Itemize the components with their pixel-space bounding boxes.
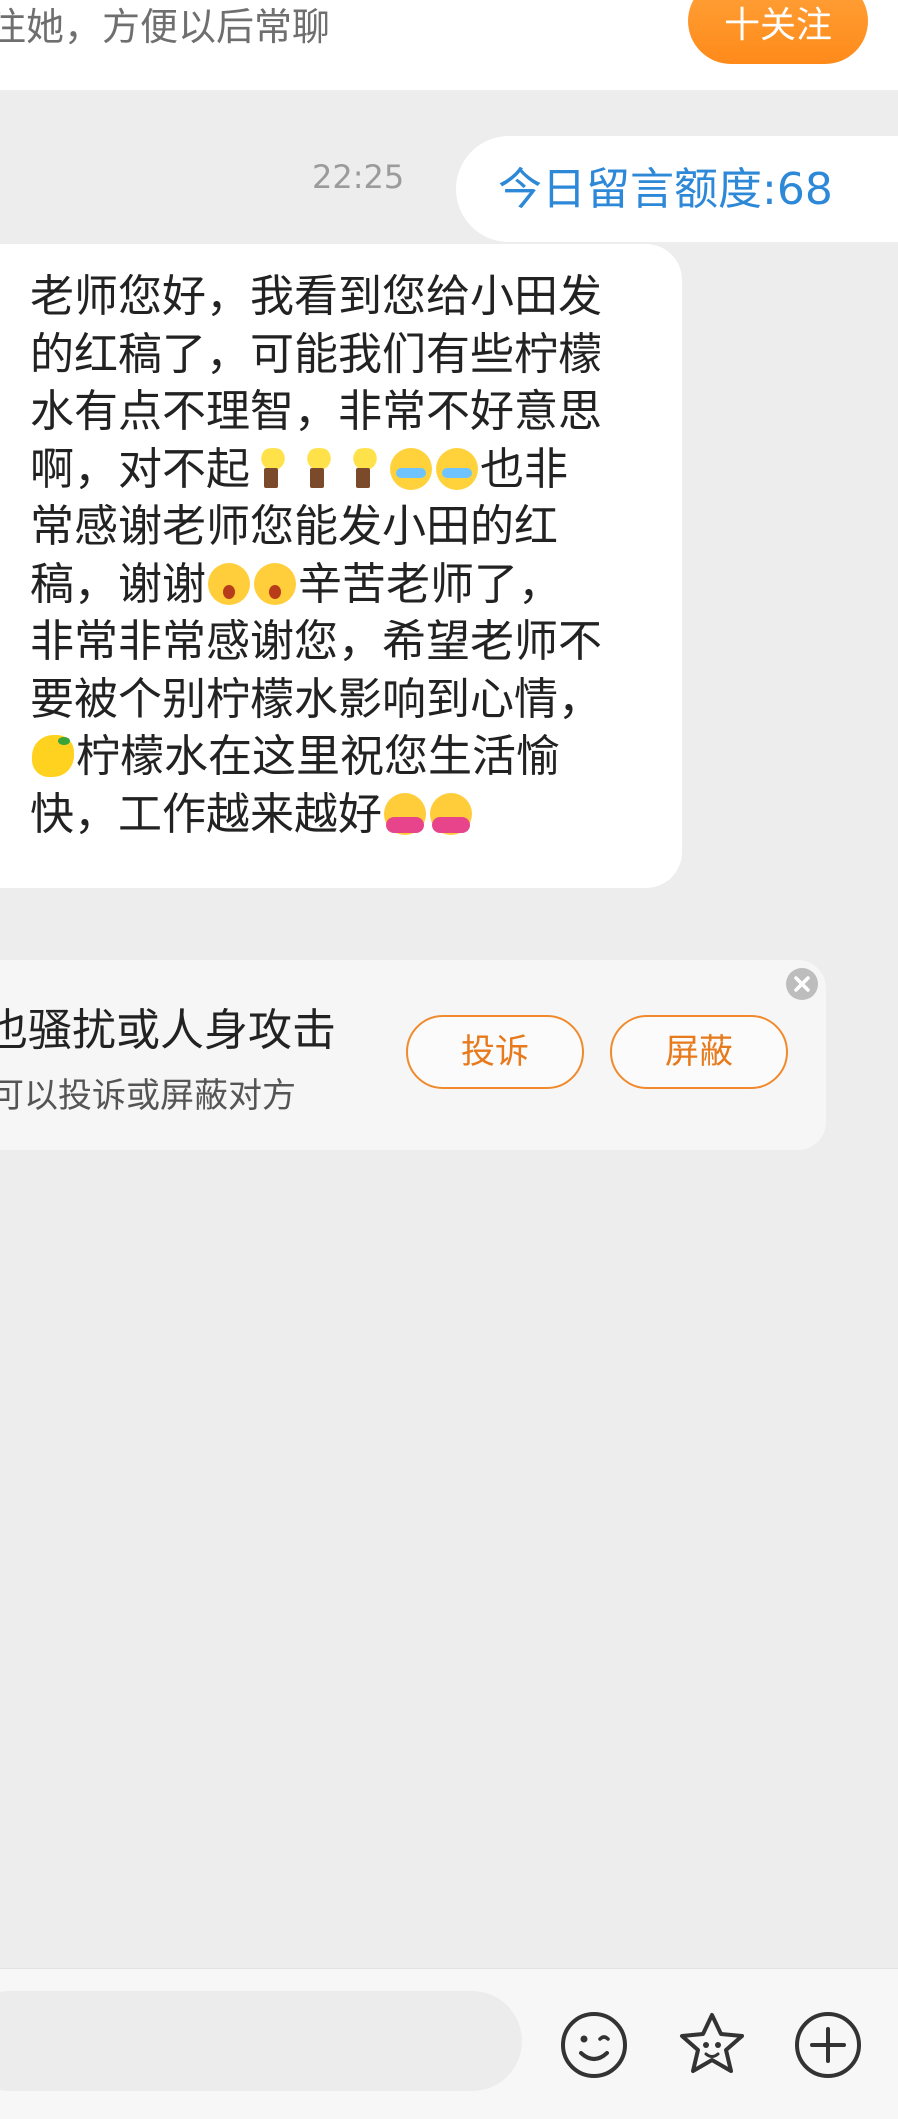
crying-emoji — [436, 447, 478, 490]
torch-emoji — [252, 447, 294, 490]
torch-emoji — [298, 447, 340, 490]
message-text-segment: 常感谢老师您能发小田的红 — [30, 501, 558, 552]
message-text-segment: 稿，谢谢 — [30, 558, 206, 610]
crying-emoji — [390, 447, 432, 490]
plus-icon[interactable] — [792, 2009, 864, 2081]
message-line: 要被个别柠檬水影响到心情， — [30, 671, 658, 729]
block-button[interactable]: 屏蔽 — [610, 1015, 788, 1089]
message-line: 啊，对不起 也非 — [30, 441, 658, 499]
follow-hint: 注她，方便以后常聊 — [0, 5, 331, 49]
message-line: 稿，谢谢 辛苦老师了， — [30, 556, 658, 614]
message-text-segment: 也非 — [480, 443, 568, 495]
message-text-segment: 非常非常感谢您，希望老师不 — [30, 616, 602, 667]
torch-emoji — [344, 447, 386, 490]
smiley-icon[interactable] — [558, 2009, 630, 2081]
message-line: 老师您好，我看到您给小田发 — [30, 268, 658, 326]
message-text-segment: 辛苦老师了， — [298, 558, 562, 610]
lemon-emoji — [32, 735, 74, 777]
hug-emoji — [384, 792, 426, 835]
message-line: 常感谢老师您能发小田的红 — [30, 498, 658, 556]
message-text-segment: 要被个别柠檬水影响到心情， — [30, 673, 602, 725]
quota-bubble: 今日留言额度:68 — [456, 136, 898, 242]
message-text-segment: 快，工作越来越好 — [30, 788, 382, 840]
message-text-segment: 的红稿了，可能我们有些柠檬 — [30, 328, 602, 380]
sticker-star-icon[interactable] — [676, 2009, 748, 2081]
message-text-segment: 啊，对不起 — [30, 443, 250, 495]
message-timestamp: 22:25 — [312, 158, 405, 196]
shocked-emoji — [254, 562, 296, 605]
safety-tip-card: 也骚扰或人身攻击 可以投诉或屏蔽对方 投诉 屏蔽 — [0, 960, 826, 1150]
composer-bar — [0, 1968, 898, 2119]
message-text-segment: 老师您好，我看到您给小田发 — [30, 271, 602, 322]
message-input[interactable] — [0, 1991, 522, 2091]
close-icon[interactable] — [786, 968, 818, 1000]
hug-emoji — [430, 792, 472, 835]
safety-title: 也骚扰或人身攻击 — [0, 1005, 336, 1056]
incoming-message-bubble[interactable]: 老师您好，我看到您给小田发 的红稿了，可能我们有些柠檬 水有点不理智，非常不好意思啊… — [0, 244, 682, 888]
safety-subtitle: 可以投诉或屏蔽对方 — [0, 1076, 296, 1116]
message-text-segment: 水有点不理智，非常不好意思 — [30, 386, 602, 437]
message-line: 的红稿了，可能我们有些柠檬 — [30, 326, 658, 384]
report-button[interactable]: 投诉 — [406, 1015, 584, 1089]
shocked-emoji — [208, 562, 250, 605]
message-line: 柠檬水在这里祝您生活愉 — [30, 728, 658, 786]
top-bar: 注她，方便以后常聊 十关注 — [0, 0, 898, 90]
follow-button[interactable]: 十关注 — [688, 0, 868, 64]
message-line: 非常非常感谢您，希望老师不 — [30, 613, 658, 671]
message-text: 老师您好，我看到您给小田发 的红稿了，可能我们有些柠檬 水有点不理智，非常不好意思啊… — [30, 268, 658, 843]
message-line: 水有点不理智，非常不好意思 — [30, 383, 658, 441]
message-line: 快，工作越来越好 — [30, 786, 658, 844]
message-text-segment: 柠檬水在这里祝您生活愉 — [76, 731, 560, 782]
